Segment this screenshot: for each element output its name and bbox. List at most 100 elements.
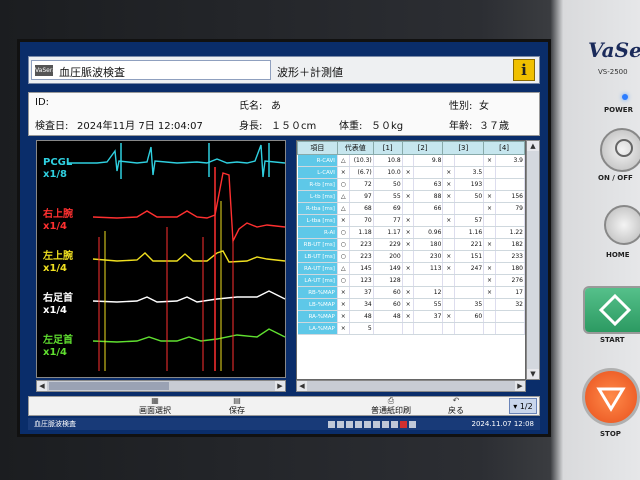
view-mode-label: 波形＋計測値: [277, 66, 343, 79]
table-cell-v4: 79: [495, 202, 525, 215]
channel-label-pcgl: PCGL x1/8: [43, 157, 72, 181]
start-button[interactable]: [585, 288, 640, 332]
save-button[interactable]: ▤ 保存: [217, 397, 257, 416]
table-cell-label: R-tb [ms]: [297, 178, 338, 191]
channel-scale: x1/4: [43, 263, 68, 274]
speaker-icon: [373, 421, 380, 428]
table-row[interactable]: LA-%MAP × 5: [297, 322, 525, 335]
waveform-pcgl: [67, 144, 285, 178]
scroll-down-icon[interactable]: ▼: [527, 369, 539, 379]
table-cell-label: R-AI: [297, 226, 338, 239]
screen-select-label: 画面選択: [139, 406, 171, 415]
waveform-left-ankle: [92, 328, 285, 343]
home-button[interactable]: [604, 205, 640, 245]
table-cell-v2: [413, 166, 444, 179]
table-row[interactable]: RA-UT [ms] △ 145 149 × 113 × 247 × 180: [297, 262, 525, 275]
channel-scale: x1/4: [43, 221, 68, 232]
table-row[interactable]: L-CAVI × (6.7) 10.0 × × 3.5: [297, 166, 525, 179]
table-horizontal-scrollbar[interactable]: ◀ ▶: [296, 380, 526, 392]
table-row[interactable]: RB-%MAP × 37 60 × 12 × 17: [297, 286, 525, 299]
table-cell-s3: [442, 298, 456, 311]
table-cell-s4: [483, 226, 496, 239]
page-title: 血圧脈波検査: [59, 66, 125, 79]
save-label: 保存: [229, 406, 245, 415]
status-mode: 血圧脈波検査: [34, 420, 76, 428]
waveform-right-ankle: [92, 290, 285, 303]
table-cell-s3: ×: [442, 190, 456, 203]
table-row[interactable]: L-tb [ms] △ 97 55 × 88 × 50 × 156: [297, 190, 525, 203]
table-cell-s2: ×: [402, 238, 415, 251]
table-cell-sym: ○: [337, 178, 350, 191]
table-cell-s4: [483, 166, 496, 179]
table-cell-label: RB-UT [ms]: [297, 238, 338, 251]
table-row[interactable]: R-CAVI △ (10.3) 10.8 9.8 × 3.9: [297, 154, 525, 167]
table-cell-s3: ×: [442, 250, 456, 263]
col-4: [4]: [483, 141, 525, 155]
table-row[interactable]: L-tba [ms] × 70 77 × × 57: [297, 214, 525, 227]
bottom-toolbar: ▦ 画面選択 ▤ 保存 ⎙ 普通紙印刷 ↶ 戻る ▾ 1/2: [28, 396, 540, 416]
table-row[interactable]: R-tba [ms] △ 68 69 66 × 79: [297, 202, 525, 215]
screen-select-button[interactable]: ▦ 画面選択: [125, 397, 185, 416]
status-icons: [328, 420, 418, 428]
table-row[interactable]: R-tb [ms] ○ 72 50 63 × 193: [297, 178, 525, 191]
back-label: 戻る: [448, 406, 464, 415]
status-bar: 血圧脈波検査 2024.11.07 12:08: [28, 418, 540, 430]
table-cell-s4: ×: [483, 238, 496, 251]
plain-print-button[interactable]: ⎙ 普通紙印刷: [361, 397, 421, 416]
scroll-up-icon[interactable]: ▲: [527, 141, 539, 151]
page-indicator[interactable]: ▾ 1/2: [509, 398, 537, 414]
scroll-right-icon[interactable]: ▶: [275, 381, 285, 391]
power-button[interactable]: [600, 128, 640, 172]
weight-value: ５０kg: [371, 121, 404, 132]
scroll-thumb[interactable]: [49, 382, 169, 390]
table-cell-s2: ×: [402, 214, 415, 227]
scroll-left-icon[interactable]: ◀: [297, 381, 307, 391]
table-cell-rep: 37: [349, 286, 374, 299]
channel-scale: x1/4: [43, 305, 68, 316]
table-cell-v2: 230: [413, 250, 444, 263]
table-cell-v2: 55: [413, 298, 444, 311]
table-row[interactable]: LB-%MAP × 34 60 × 55 35 32: [297, 298, 525, 311]
table-cell-v1: 77: [373, 214, 403, 227]
lan-icon: [382, 421, 389, 428]
channel-name: 右上腕: [43, 209, 73, 220]
power-label: POWER: [604, 106, 633, 114]
table-row[interactable]: LA-UT [ms] ○ 123 128 × 276: [297, 274, 525, 287]
plain-print-label: 普通紙印刷: [371, 406, 411, 415]
table-cell-rep: 70: [349, 214, 374, 227]
table-row[interactable]: LB-UT [ms] ○ 223 200 230 × 151 233: [297, 250, 525, 263]
sex-value: 女: [479, 101, 489, 112]
scroll-right-icon[interactable]: ▶: [515, 381, 525, 391]
measurement-grid: 項目 代表値 [1] [2] [3] [4] R-CAVI △ (10.3) 10.8…: [297, 141, 525, 335]
back-button[interactable]: ↶ 戻る: [441, 397, 471, 416]
stop-button[interactable]: [582, 368, 640, 426]
scroll-left-icon[interactable]: ◀: [37, 381, 47, 391]
age-value: ３７歳: [479, 121, 509, 132]
table-cell-v1: 1.17: [373, 226, 403, 239]
table-cell-v3: 221: [454, 238, 485, 251]
table-cell-v3: 151: [454, 250, 485, 263]
info-icon[interactable]: i: [513, 59, 535, 81]
table-vertical-scrollbar[interactable]: ▲ ▼: [526, 140, 540, 380]
col-2: [2]: [401, 141, 444, 155]
stop-label: STOP: [600, 430, 621, 438]
table-cell-s3: [442, 274, 456, 287]
storage-icon: [346, 421, 353, 428]
table-cell-v2: [413, 322, 444, 335]
table-cell-s4: [483, 298, 496, 311]
table-cell-v2: [413, 214, 444, 227]
table-cell-v3: 35: [454, 298, 485, 311]
waveform-scrollbar[interactable]: ◀ ▶: [36, 380, 286, 392]
table-cell-label: L-tb [ms]: [297, 190, 338, 203]
table-cell-s2: ×: [402, 298, 415, 311]
table-row[interactable]: RB-UT [ms] ○ 223 229 × 180 221 × 182: [297, 238, 525, 251]
table-cell-v3: [454, 274, 485, 287]
table-cell-v2: 63: [413, 178, 444, 191]
table-cell-v1: 10.0: [373, 166, 403, 179]
table-cell-rep: (6.7): [349, 166, 374, 179]
app-logo: VaSera: [35, 65, 56, 76]
table-cell-sym: ×: [337, 166, 350, 179]
table-row[interactable]: RA-%MAP × 48 48 × 37 × 60: [297, 310, 525, 323]
table-row[interactable]: R-AI ○ 1.18 1.17 × 0.96 1.16 1.22: [297, 226, 525, 239]
table-cell-s4: [483, 214, 496, 227]
